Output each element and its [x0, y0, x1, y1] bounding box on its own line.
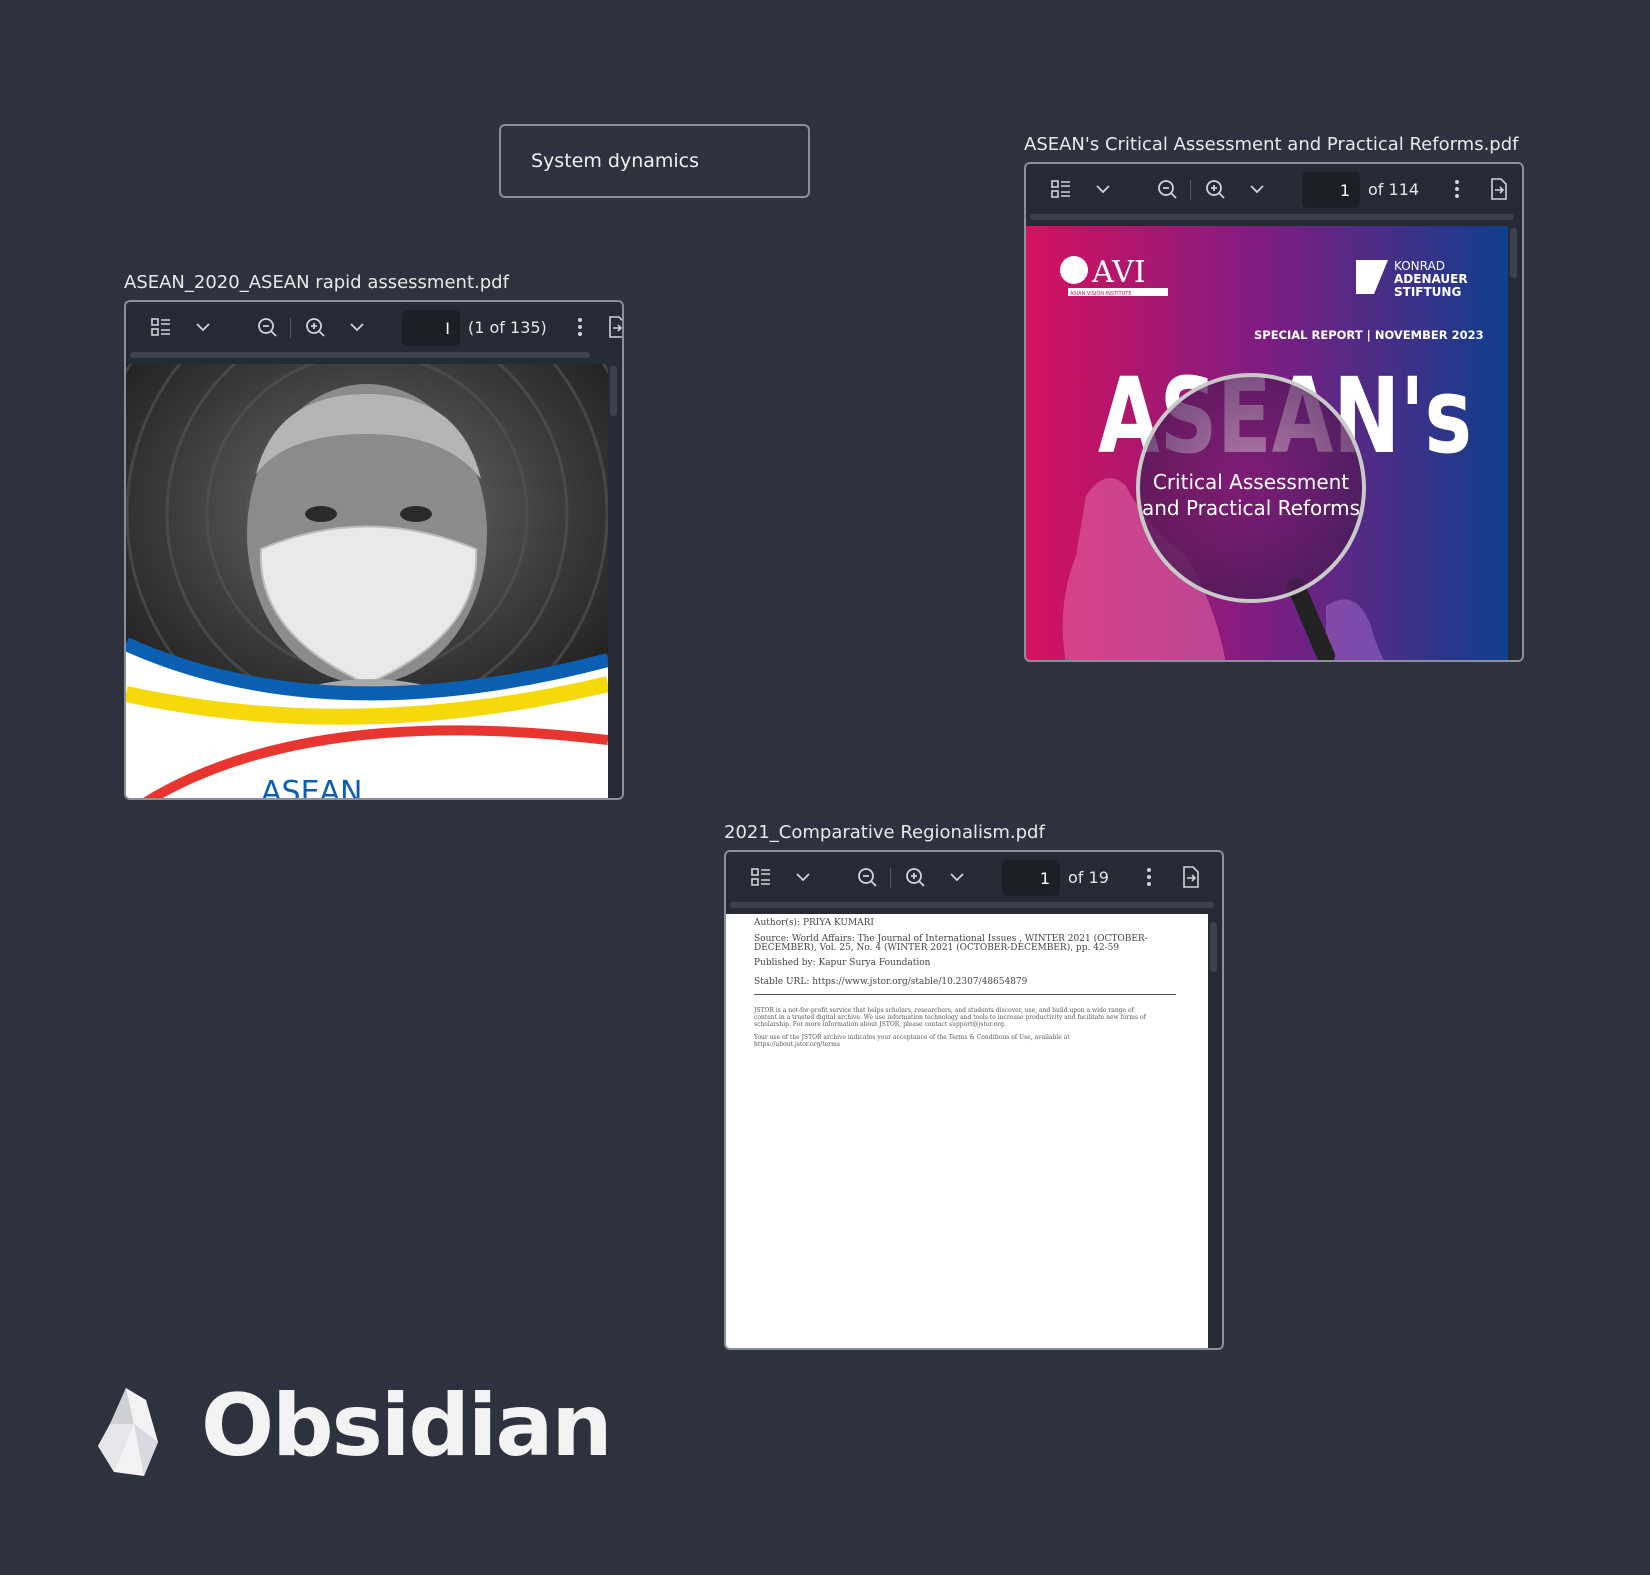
doc-divider	[754, 994, 1176, 995]
cover-photo: ASEAN	[126, 364, 608, 800]
pdf2-embed[interactable]: 1 of 114 AVI ASIAN VISION INSTITUTE KONR…	[1024, 162, 1524, 662]
pdf3-toolbar: 1 of 19	[726, 852, 1222, 902]
zoom-out-icon[interactable]	[1154, 176, 1180, 202]
cover-art: AVI ASIAN VISION INSTITUTE KONRAD ADENAU…	[1026, 226, 1508, 660]
cover-asean-text: ASEAN	[261, 775, 362, 800]
pdf3-embed[interactable]: 1 of 19 Author(s): PRIYA KUMARI Source: …	[724, 850, 1224, 1350]
doc-stable-url[interactable]: Stable URL: https://www.jstor.org/stable…	[754, 977, 1027, 987]
pdf2-filename: ASEAN's Critical Assessment and Practica…	[1024, 134, 1519, 155]
more-options-icon[interactable]	[1444, 176, 1470, 202]
pdf3-filename: 2021_Comparative Regionalism.pdf	[724, 822, 1045, 843]
toolbar-divider	[890, 868, 891, 888]
obsidian-logo: Obsidian	[96, 1376, 696, 1484]
page-count: of 19	[1068, 868, 1109, 887]
open-file-icon[interactable]	[1178, 864, 1204, 890]
zoom-menu-chevron-icon[interactable]	[944, 864, 970, 890]
card-text: System dynamics	[531, 150, 700, 172]
toolbar-divider	[1190, 180, 1191, 200]
pdf2-toolbar: 1 of 114	[1026, 164, 1522, 214]
doc-source-2: DECEMBER), Vol. 25, No. 4 (WINTER 2021 (…	[754, 943, 1120, 953]
toolbar-divider	[290, 318, 291, 338]
zoom-out-icon[interactable]	[254, 314, 280, 340]
cover-subtitle-1: Critical Assessment	[1153, 470, 1349, 494]
doc-jstor-notice: JSTOR is a not-for-profit service that h…	[754, 1007, 1146, 1028]
cover-tag: SPECIAL REPORT | NOVEMBER 2023	[1254, 328, 1484, 342]
avi-logo: AVI	[1091, 255, 1146, 290]
doc-terms-notice: Your use of the JSTOR archive indicates …	[754, 1034, 1070, 1048]
pdf1-page: ASEAN	[126, 364, 608, 800]
vertical-scrollbar[interactable]	[1510, 228, 1517, 278]
zoom-menu-chevron-icon[interactable]	[1244, 176, 1270, 202]
sidebar-toggle-icon[interactable]	[148, 314, 174, 340]
cover-subtitle-2: and Practical Reforms	[1142, 496, 1360, 520]
canvas-text-card[interactable]: System dynamics	[499, 124, 810, 198]
zoom-in-icon[interactable]	[302, 314, 328, 340]
zoom-in-icon[interactable]	[1202, 176, 1228, 202]
zoom-out-icon[interactable]	[854, 864, 880, 890]
more-options-icon[interactable]	[1136, 864, 1162, 890]
chevron-down-icon[interactable]	[790, 864, 816, 890]
doc-authors: Author(s): PRIYA KUMARI	[754, 918, 874, 928]
pdf2-page: AVI ASIAN VISION INSTITUTE KONRAD ADENAU…	[1026, 226, 1508, 660]
pdf1-embed[interactable]: I (1 of 135) ASEAN	[124, 300, 624, 800]
page-number-input[interactable]: 1	[1002, 860, 1060, 896]
obsidian-wordmark: Obsidian	[201, 1376, 613, 1476]
sidebar-toggle-icon[interactable]	[1048, 176, 1074, 202]
page-count: (1 of 135)	[468, 318, 547, 337]
page-number-input[interactable]: 1	[1302, 172, 1360, 208]
zoom-in-icon[interactable]	[902, 864, 928, 890]
open-file-icon[interactable]	[1486, 176, 1512, 202]
svg-text:STIFTUNG: STIFTUNG	[1394, 285, 1461, 299]
zoom-menu-chevron-icon[interactable]	[344, 314, 370, 340]
horizontal-scrollbar[interactable]	[130, 352, 590, 358]
obsidian-gem-icon	[98, 1388, 158, 1476]
pdf1-toolbar: I (1 of 135)	[126, 302, 622, 352]
more-options-icon[interactable]	[567, 314, 593, 340]
page-count: of 114	[1368, 180, 1420, 199]
horizontal-scrollbar[interactable]	[1030, 214, 1514, 220]
pdf1-filename: ASEAN_2020_ASEAN rapid assessment.pdf	[124, 272, 509, 293]
pdf3-page: Author(s): PRIYA KUMARI Source: World Af…	[726, 914, 1208, 1348]
vertical-scrollbar[interactable]	[1210, 922, 1217, 972]
horizontal-scrollbar[interactable]	[730, 902, 1214, 908]
vertical-scrollbar[interactable]	[610, 366, 617, 416]
chevron-down-icon[interactable]	[1090, 176, 1116, 202]
svg-text:ADENAUER: ADENAUER	[1394, 272, 1468, 286]
doc-publisher: Published by: Kapur Surya Foundation	[754, 958, 931, 968]
page-number-input[interactable]: I	[402, 310, 460, 346]
svg-text:KONRAD: KONRAD	[1394, 259, 1445, 273]
svg-text:ASIAN VISION INSTITUTE: ASIAN VISION INSTITUTE	[1070, 291, 1131, 297]
open-file-icon[interactable]	[604, 314, 622, 340]
sidebar-toggle-icon[interactable]	[748, 864, 774, 890]
chevron-down-icon[interactable]	[190, 314, 216, 340]
